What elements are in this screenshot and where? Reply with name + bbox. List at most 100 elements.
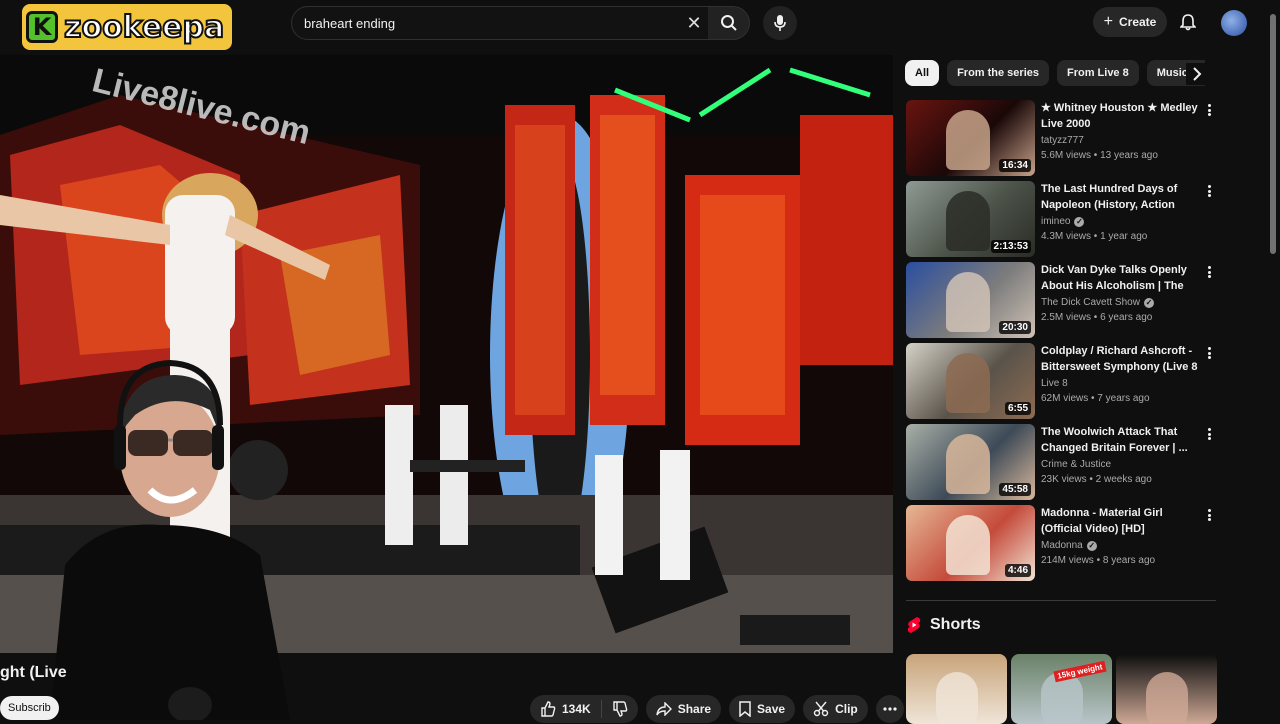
like-button[interactable]: 134K <box>530 695 601 723</box>
share-button[interactable]: Share <box>645 695 722 723</box>
search-input[interactable]: braheart ending <box>304 16 679 31</box>
channel-label: Madonna <box>1041 540 1083 551</box>
shorts-icon <box>907 617 921 633</box>
like-dislike-group: 134K <box>530 695 638 723</box>
clip-label: Clip <box>835 702 858 716</box>
chevron-right-icon <box>1193 67 1202 81</box>
short-badge: 15kg weight <box>1053 660 1107 683</box>
video-thumbnail[interactable]: 6:55 <box>906 343 1035 419</box>
channel-label: Live 8 <box>1041 378 1068 389</box>
duration-badge: 4:46 <box>1004 564 1031 577</box>
recommendation-title[interactable]: Dick Van Dyke Talks Openly About His Alc… <box>1041 262 1201 294</box>
recommendation-info: The Last Hundred Days of Napoleon (Histo… <box>1041 181 1201 245</box>
like-count: 134K <box>562 702 591 716</box>
recommendation-title[interactable]: The Last Hundred Days of Napoleon (Histo… <box>1041 181 1201 213</box>
video-thumbnail[interactable]: 4:46 <box>906 505 1035 581</box>
video-thumbnail[interactable]: 16:34 <box>906 100 1035 176</box>
more-actions-button[interactable] <box>875 695 904 723</box>
search-button[interactable] <box>708 6 750 40</box>
recommendation-info: Madonna - Material Girl (Official Video)… <box>1041 505 1201 569</box>
chip-from-live-8[interactable]: From Live 8 <box>1056 60 1139 86</box>
more-options-icon[interactable] <box>1204 426 1214 442</box>
shorts-row: 15kg weight <box>906 654 1217 724</box>
short-thumbnail[interactable] <box>906 654 1007 724</box>
clip-button[interactable]: Clip <box>803 695 868 723</box>
thumbs-up-icon <box>541 701 556 717</box>
share-label: Share <box>677 702 712 716</box>
short-thumbnail[interactable]: 15kg weight <box>1011 654 1112 724</box>
channel-label: Crime & Justice <box>1041 459 1112 470</box>
subscribe-button[interactable]: Subscrib <box>0 696 59 720</box>
shorts-header: Shorts <box>906 616 981 634</box>
recommendation-title[interactable]: The Woolwich Attack That Changed Britain… <box>1041 424 1201 456</box>
more-options-icon[interactable] <box>1204 345 1214 361</box>
channel-name[interactable]: Live 8 <box>1041 377 1201 391</box>
video-thumbnail[interactable]: 2:13:53 <box>906 181 1035 257</box>
view-count-and-date: 214M views • 8 years ago <box>1041 555 1156 566</box>
chips-next-button[interactable] <box>1186 63 1208 85</box>
video-thumbnail[interactable]: 20:30 <box>906 262 1035 338</box>
video-actions: 134K Share Save Clip <box>530 695 904 723</box>
view-count-and-date: 23K views • 2 weeks ago <box>1041 474 1152 485</box>
channel-name[interactable]: The Dick Cavett Show ✓ <box>1041 296 1201 310</box>
recommendation-title[interactable]: Coldplay / Richard Ashcroft - Bitterswee… <box>1041 343 1201 375</box>
channel-name[interactable]: imineo ✓ <box>1041 215 1201 229</box>
verified-icon: ✓ <box>1074 217 1085 227</box>
duration-badge: 16:34 <box>999 159 1031 172</box>
thumbnail-figure <box>946 353 990 413</box>
recommendation-info: Coldplay / Richard Ashcroft - Bitterswee… <box>1041 343 1201 407</box>
plus-icon: + <box>1103 13 1113 30</box>
verified-icon: ✓ <box>1143 298 1154 308</box>
recommendation-title[interactable]: ★ Whitney Houston ★ Medley Live 2000 <box>1041 100 1201 132</box>
duration-badge: 2:13:53 <box>990 240 1031 253</box>
more-options-icon[interactable] <box>1204 102 1214 118</box>
microphone-icon <box>774 15 786 31</box>
recommendation-info: Dick Van Dyke Talks Openly About His Alc… <box>1041 262 1201 326</box>
view-count-and-date: 62M views • 7 years ago <box>1041 393 1150 404</box>
dislike-button[interactable] <box>602 695 638 723</box>
channel-name[interactable]: Madonna ✓ <box>1041 539 1201 553</box>
channel-label: The Dick Cavett Show <box>1041 297 1140 308</box>
view-count-and-date: 4.3M views • 1 year ago <box>1041 231 1148 242</box>
recommendation-item[interactable]: 16:34 ★ Whitney Houston ★ Medley Live 200… <box>906 100 1216 176</box>
more-options-icon[interactable] <box>1204 507 1214 523</box>
thumbnail-figure <box>946 515 990 575</box>
more-options-icon[interactable] <box>1204 183 1214 199</box>
search-box[interactable]: braheart ending ✕ <box>291 6 710 40</box>
view-count-and-date: 2.5M views • 6 years ago <box>1041 312 1153 323</box>
video-title: ght (Live <box>0 664 67 681</box>
channel-name[interactable]: tatyzz777 <box>1041 134 1201 148</box>
chip-from-series[interactable]: From the series <box>947 60 1049 86</box>
chip-all[interactable]: All <box>905 60 940 86</box>
clear-search-icon[interactable]: ✕ <box>679 13 709 34</box>
recommendation-item[interactable]: 4:46 Madonna - Material Girl (Official Vi… <box>906 505 1216 581</box>
short-thumbnail[interactable] <box>1116 654 1217 724</box>
channel-label: tatyzz777 <box>1041 135 1084 146</box>
verified-icon: ✓ <box>1086 541 1097 551</box>
recommendation-title[interactable]: Madonna - Material Girl (Official Video)… <box>1041 505 1201 537</box>
thumbnail-figure <box>946 191 990 251</box>
video-thumbnail[interactable]: 45:58 <box>906 424 1035 500</box>
more-options-icon[interactable] <box>1204 264 1214 280</box>
duration-badge: 6:55 <box>1004 402 1031 415</box>
recommendation-item[interactable]: 2:13:53 The Last Hundred Days of Napoleon… <box>906 181 1216 257</box>
create-button[interactable]: + Create <box>1093 7 1167 37</box>
bookmark-icon <box>739 701 751 717</box>
recommendation-item[interactable]: 45:58 The Woolwich Attack That Changed Br… <box>906 424 1216 500</box>
recommendation-info: ★ Whitney Houston ★ Medley Live 2000 taty… <box>1041 100 1201 164</box>
recommendation-item[interactable]: 20:30 Dick Van Dyke Talks Openly About Hi… <box>906 262 1216 338</box>
save-label: Save <box>757 702 786 716</box>
notifications-button[interactable] <box>1176 10 1200 34</box>
thumbnail-figure <box>946 110 990 170</box>
channel-name[interactable]: Crime & Justice <box>1041 458 1201 472</box>
recommendation-info: The Woolwich Attack That Changed Britain… <box>1041 424 1201 488</box>
filter-chips: All From the series From Live 8 Music fe <box>905 60 1205 86</box>
short-figure <box>936 672 978 724</box>
recommendation-item[interactable]: 6:55 Coldplay / Richard Ashcroft - Bitter… <box>906 343 1216 419</box>
scrollbar[interactable] <box>1270 14 1276 254</box>
save-button[interactable]: Save <box>729 695 796 723</box>
create-label: Create <box>1118 15 1157 29</box>
account-avatar[interactable] <box>1221 10 1247 36</box>
bell-icon <box>1180 14 1196 31</box>
voice-search-button[interactable] <box>763 6 797 40</box>
